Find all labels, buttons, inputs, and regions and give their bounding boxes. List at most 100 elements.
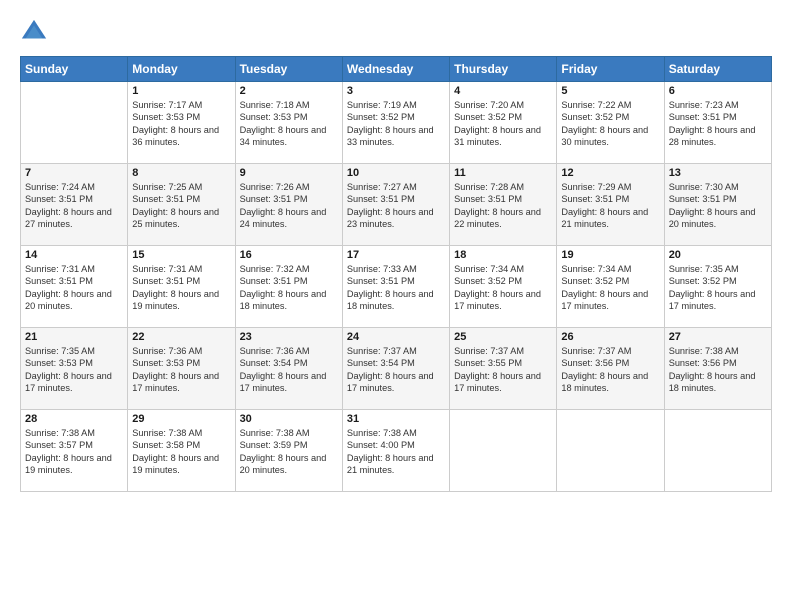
calendar-cell: 29 Sunrise: 7:38 AM Sunset: 3:58 PM Dayli… — [128, 410, 235, 492]
day-info: Sunrise: 7:36 AM Sunset: 3:53 PM Dayligh… — [132, 345, 230, 395]
day-info: Sunrise: 7:28 AM Sunset: 3:51 PM Dayligh… — [454, 181, 552, 231]
day-number: 21 — [25, 331, 123, 343]
day-info: Sunrise: 7:22 AM Sunset: 3:52 PM Dayligh… — [561, 99, 659, 149]
calendar-cell: 13 Sunrise: 7:30 AM Sunset: 3:51 PM Dayli… — [664, 164, 771, 246]
day-info: Sunrise: 7:38 AM Sunset: 3:57 PM Dayligh… — [25, 427, 123, 477]
calendar-cell: 16Sunrise: 7:32 AM Sunset: 3:51 PM Dayli… — [235, 246, 342, 328]
day-info: Sunrise: 7:38 AM Sunset: 3:58 PM Dayligh… — [132, 427, 230, 477]
day-number: 31 — [347, 413, 445, 425]
day-info: Sunrise: 7:17 AM Sunset: 3:53 PM Dayligh… — [132, 99, 230, 149]
calendar-cell — [557, 410, 664, 492]
calendar-cell: 21 Sunrise: 7:35 AM Sunset: 3:53 PM Dayli… — [21, 328, 128, 410]
day-info: Sunrise: 7:34 AM Sunset: 3:52 PM Dayligh… — [561, 263, 659, 313]
calendar-cell: 31 Sunrise: 7:38 AM Sunset: 4:00 PM Dayli… — [342, 410, 449, 492]
day-info: Sunrise: 7:20 AM Sunset: 3:52 PM Dayligh… — [454, 99, 552, 149]
calendar-cell: 10Sunrise: 7:27 AM Sunset: 3:51 PM Dayli… — [342, 164, 449, 246]
day-number: 19 — [561, 249, 659, 261]
day-number: 20 — [669, 249, 767, 261]
day-number: 22 — [132, 331, 230, 343]
day-info: Sunrise: 7:35 AM Sunset: 3:52 PM Dayligh… — [669, 263, 767, 313]
calendar-cell — [664, 410, 771, 492]
calendar-week-row: 14 Sunrise: 7:31 AM Sunset: 3:51 PM Dayli… — [21, 246, 772, 328]
calendar-cell: 14 Sunrise: 7:31 AM Sunset: 3:51 PM Dayli… — [21, 246, 128, 328]
calendar-cell: 19 Sunrise: 7:34 AM Sunset: 3:52 PM Dayli… — [557, 246, 664, 328]
weekday-header-tuesday: Tuesday — [235, 57, 342, 82]
calendar-week-row: 21 Sunrise: 7:35 AM Sunset: 3:53 PM Dayli… — [21, 328, 772, 410]
day-info: Sunrise: 7:31 AM Sunset: 3:51 PM Dayligh… — [25, 263, 123, 313]
day-number: 30 — [240, 413, 338, 425]
calendar-cell: 15 Sunrise: 7:31 AM Sunset: 3:51 PM Dayli… — [128, 246, 235, 328]
day-info: Sunrise: 7:37 AM Sunset: 3:56 PM Dayligh… — [561, 345, 659, 395]
calendar-cell: 11Sunrise: 7:28 AM Sunset: 3:51 PM Dayli… — [450, 164, 557, 246]
calendar-cell: 22 Sunrise: 7:36 AM Sunset: 3:53 PM Dayli… — [128, 328, 235, 410]
calendar-cell: 28 Sunrise: 7:38 AM Sunset: 3:57 PM Dayli… — [21, 410, 128, 492]
calendar-cell: 9Sunrise: 7:26 AM Sunset: 3:51 PM Daylig… — [235, 164, 342, 246]
day-number: 1 — [132, 85, 230, 97]
calendar-cell: 17Sunrise: 7:33 AM Sunset: 3:51 PM Dayli… — [342, 246, 449, 328]
day-number: 14 — [25, 249, 123, 261]
day-number: 4 — [454, 85, 552, 97]
day-info: Sunrise: 7:38 AM Sunset: 4:00 PM Dayligh… — [347, 427, 445, 477]
day-number: 29 — [132, 413, 230, 425]
day-number: 26 — [561, 331, 659, 343]
day-info: Sunrise: 7:38 AM Sunset: 3:56 PM Dayligh… — [669, 345, 767, 395]
weekday-header-sunday: Sunday — [21, 57, 128, 82]
weekday-header-thursday: Thursday — [450, 57, 557, 82]
day-info: Sunrise: 7:34 AM Sunset: 3:52 PM Dayligh… — [454, 263, 552, 313]
logo — [20, 18, 52, 46]
weekday-header-row: SundayMondayTuesdayWednesdayThursdayFrid… — [21, 57, 772, 82]
day-number: 27 — [669, 331, 767, 343]
day-number: 13 — [669, 167, 767, 179]
day-number: 24 — [347, 331, 445, 343]
day-number: 6 — [669, 85, 767, 97]
day-info: Sunrise: 7:29 AM Sunset: 3:51 PM Dayligh… — [561, 181, 659, 231]
day-info: Sunrise: 7:23 AM Sunset: 3:51 PM Dayligh… — [669, 99, 767, 149]
calendar-week-row: 28 Sunrise: 7:38 AM Sunset: 3:57 PM Dayli… — [21, 410, 772, 492]
calendar-cell — [21, 82, 128, 164]
day-number: 16 — [240, 249, 338, 261]
day-number: 23 — [240, 331, 338, 343]
day-info: Sunrise: 7:35 AM Sunset: 3:53 PM Dayligh… — [25, 345, 123, 395]
calendar-cell: 4 Sunrise: 7:20 AM Sunset: 3:52 PM Daylig… — [450, 82, 557, 164]
calendar-cell: 20 Sunrise: 7:35 AM Sunset: 3:52 PM Dayli… — [664, 246, 771, 328]
day-number: 18 — [454, 249, 552, 261]
day-info: Sunrise: 7:24 AM Sunset: 3:51 PM Dayligh… — [25, 181, 123, 231]
calendar-cell: 7 Sunrise: 7:24 AM Sunset: 3:51 PM Daylig… — [21, 164, 128, 246]
calendar-cell: 3Sunrise: 7:19 AM Sunset: 3:52 PM Daylig… — [342, 82, 449, 164]
day-number: 15 — [132, 249, 230, 261]
day-number: 7 — [25, 167, 123, 179]
calendar-cell: 6 Sunrise: 7:23 AM Sunset: 3:51 PM Daylig… — [664, 82, 771, 164]
calendar-table: SundayMondayTuesdayWednesdayThursdayFrid… — [20, 56, 772, 492]
day-info: Sunrise: 7:19 AM Sunset: 3:52 PM Dayligh… — [347, 99, 445, 149]
day-info: Sunrise: 7:30 AM Sunset: 3:51 PM Dayligh… — [669, 181, 767, 231]
day-info: Sunrise: 7:25 AM Sunset: 3:51 PM Dayligh… — [132, 181, 230, 231]
calendar-cell: 30Sunrise: 7:38 AM Sunset: 3:59 PM Dayli… — [235, 410, 342, 492]
weekday-header-saturday: Saturday — [664, 57, 771, 82]
calendar-cell: 27 Sunrise: 7:38 AM Sunset: 3:56 PM Dayli… — [664, 328, 771, 410]
calendar-week-row: 7 Sunrise: 7:24 AM Sunset: 3:51 PM Daylig… — [21, 164, 772, 246]
day-info: Sunrise: 7:18 AM Sunset: 3:53 PM Dayligh… — [240, 99, 338, 149]
day-number: 9 — [240, 167, 338, 179]
day-info: Sunrise: 7:36 AM Sunset: 3:54 PM Dayligh… — [240, 345, 338, 395]
calendar-cell: 5 Sunrise: 7:22 AM Sunset: 3:52 PM Daylig… — [557, 82, 664, 164]
header — [20, 18, 772, 46]
calendar-cell: 2 Sunrise: 7:18 AM Sunset: 3:53 PM Daylig… — [235, 82, 342, 164]
page: SundayMondayTuesdayWednesdayThursdayFrid… — [0, 0, 792, 612]
day-info: Sunrise: 7:37 AM Sunset: 3:55 PM Dayligh… — [454, 345, 552, 395]
day-number: 8 — [132, 167, 230, 179]
day-number: 5 — [561, 85, 659, 97]
day-info: Sunrise: 7:37 AM Sunset: 3:54 PM Dayligh… — [347, 345, 445, 395]
day-number: 12 — [561, 167, 659, 179]
day-number: 25 — [454, 331, 552, 343]
calendar-cell: 23 Sunrise: 7:36 AM Sunset: 3:54 PM Dayli… — [235, 328, 342, 410]
day-number: 2 — [240, 85, 338, 97]
day-number: 28 — [25, 413, 123, 425]
weekday-header-wednesday: Wednesday — [342, 57, 449, 82]
calendar-cell: 1 Sunrise: 7:17 AM Sunset: 3:53 PM Daylig… — [128, 82, 235, 164]
calendar-cell — [450, 410, 557, 492]
day-number: 10 — [347, 167, 445, 179]
calendar-cell: 12 Sunrise: 7:29 AM Sunset: 3:51 PM Dayli… — [557, 164, 664, 246]
day-info: Sunrise: 7:31 AM Sunset: 3:51 PM Dayligh… — [132, 263, 230, 313]
weekday-header-monday: Monday — [128, 57, 235, 82]
calendar-cell: 24 Sunrise: 7:37 AM Sunset: 3:54 PM Dayli… — [342, 328, 449, 410]
